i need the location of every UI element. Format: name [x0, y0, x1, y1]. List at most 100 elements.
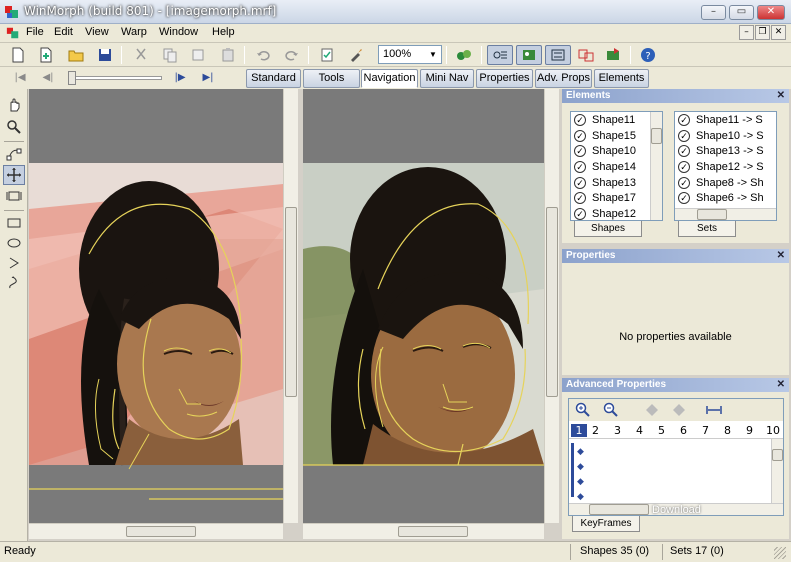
tab-sets[interactable]: Sets [678, 221, 736, 237]
last-frame-button[interactable]: ▶| [198, 69, 218, 87]
tab-elements[interactable]: Elements [594, 69, 649, 88]
tab-standard[interactable]: Standard [246, 69, 301, 88]
mdi-close-button[interactable]: ✕ [771, 25, 786, 40]
move-tool[interactable] [3, 165, 25, 185]
shapes-list-scrollbar[interactable] [650, 112, 662, 220]
close-icon[interactable]: ✕ [777, 89, 785, 103]
target-image-pane[interactable] [303, 89, 544, 523]
frame-number[interactable]: 6 [680, 424, 687, 437]
menu-file[interactable]: File [26, 26, 44, 38]
polyline-tool[interactable] [3, 253, 25, 273]
source-image-pane[interactable] [29, 89, 283, 523]
shapes-list[interactable]: ✓ Shape11 ✓ Shape15 ✓ Shape10 ✓ Shape14 ✓ Sha… [570, 111, 663, 221]
ellipse-tool[interactable] [3, 233, 25, 253]
list-item[interactable]: ✓ Shape10 -> S [675, 128, 776, 144]
remove-keyframe-button[interactable] [669, 400, 689, 420]
menu-view[interactable]: View [85, 26, 109, 38]
source-vertical-scrollbar[interactable] [283, 89, 298, 523]
close-icon[interactable]: ✕ [777, 249, 785, 263]
copy-button[interactable] [160, 45, 180, 65]
list-item[interactable]: ✓ Shape12 [571, 206, 662, 220]
check-icon[interactable]: ✓ [574, 160, 586, 173]
scrollbar-thumb[interactable] [126, 526, 196, 537]
list-item[interactable]: ✓ Shape6 -> Sh [675, 190, 776, 206]
zoom-select[interactable]: 100% ▼ [378, 45, 442, 64]
list-item[interactable]: ✓ Shape8 -> Sh [675, 175, 776, 191]
brush-button[interactable] [346, 45, 366, 65]
paste-button[interactable] [218, 45, 238, 65]
frame-number[interactable]: 1 [571, 424, 587, 437]
morph-button[interactable] [452, 45, 476, 65]
export-button[interactable] [602, 45, 624, 65]
list-item[interactable]: ✓ Shape14 [571, 159, 662, 175]
tab-properties[interactable]: Properties [476, 69, 533, 88]
tab-adv-props[interactable]: Adv. Props [535, 69, 592, 88]
frame-number[interactable]: 8 [724, 424, 731, 437]
check-icon[interactable]: ✓ [678, 192, 690, 205]
add-button[interactable] [36, 45, 56, 65]
mdi-restore-button[interactable]: ❐ [755, 25, 770, 40]
cut-button[interactable] [131, 45, 151, 65]
frame-number[interactable]: 9 [746, 424, 753, 437]
save-button[interactable] [95, 45, 115, 65]
tab-keyframes[interactable]: KeyFrames [572, 516, 640, 532]
first-frame-button[interactable]: |◀ [10, 69, 30, 87]
list-item[interactable]: ✓ Shape13 -> S [675, 143, 776, 159]
close-button[interactable]: ✕ [757, 5, 785, 20]
keyframes-vertical-scrollbar[interactable] [771, 439, 783, 503]
target-horizontal-scrollbar[interactable] [303, 523, 544, 539]
shapes-button[interactable] [487, 45, 513, 65]
check-icon[interactable]: ✓ [574, 207, 586, 220]
list-item[interactable]: ✓ Shape11 -> S [675, 112, 776, 128]
menu-window[interactable]: Window [159, 26, 198, 38]
scrollbar-thumb[interactable] [546, 207, 558, 397]
image-points-button[interactable] [516, 45, 542, 65]
zoom-out-button[interactable] [601, 400, 621, 420]
redo-button[interactable] [282, 45, 302, 65]
check-icon[interactable]: ✓ [574, 176, 586, 189]
node-tool[interactable] [3, 144, 25, 164]
tab-tools[interactable]: Tools [303, 69, 360, 88]
tab-mini-nav[interactable]: Mini Nav [420, 69, 474, 88]
minimize-button[interactable]: – [701, 5, 726, 20]
menu-help[interactable]: Help [212, 26, 235, 38]
resize-grip[interactable] [774, 547, 786, 559]
target-vertical-scrollbar[interactable] [544, 89, 559, 523]
list-item[interactable]: ✓ Shape11 [571, 112, 662, 128]
scrollbar-thumb[interactable] [651, 128, 662, 144]
compare-button[interactable] [575, 45, 597, 65]
list-item[interactable]: ✓ Shape15 [571, 128, 662, 144]
scrollbar-thumb[interactable] [398, 526, 468, 537]
sets-button[interactable] [545, 45, 571, 65]
check-icon[interactable]: ✓ [678, 160, 690, 173]
properties-button[interactable] [317, 45, 337, 65]
scrollbar-thumb[interactable] [589, 504, 649, 515]
check-icon[interactable]: ✓ [574, 129, 586, 142]
fit-range-button[interactable] [702, 400, 726, 420]
check-icon[interactable]: ✓ [574, 113, 586, 126]
list-item[interactable]: ✓ Shape12 -> S [675, 159, 776, 175]
zoom-tool[interactable] [3, 117, 25, 137]
check-icon[interactable]: ✓ [678, 113, 690, 126]
tab-navigation[interactable]: Navigation [361, 69, 418, 88]
zoom-in-button[interactable] [573, 400, 593, 420]
new-button[interactable] [8, 45, 28, 65]
list-item[interactable]: ✓ Shape17 [571, 190, 662, 206]
frame-number[interactable]: 3 [614, 424, 621, 437]
sets-list-scrollbar[interactable] [675, 208, 776, 220]
menu-warp[interactable]: Warp [121, 26, 147, 38]
undo-button[interactable] [253, 45, 273, 65]
check-icon[interactable]: ✓ [678, 129, 690, 142]
scrollbar-thumb[interactable] [772, 449, 783, 461]
menu-edit[interactable]: Edit [54, 26, 73, 38]
scrollbar-thumb[interactable] [285, 207, 297, 397]
frame-number[interactable]: 10 [766, 424, 780, 437]
help-button[interactable]: ? [638, 45, 658, 65]
copy2-button[interactable] [188, 45, 208, 65]
source-horizontal-scrollbar[interactable] [29, 523, 283, 539]
frame-number[interactable]: 5 [658, 424, 665, 437]
sets-list[interactable]: ✓ Shape11 -> S ✓ Shape10 -> S ✓ Shape13 -> … [674, 111, 777, 221]
scrollbar-thumb[interactable] [697, 209, 727, 220]
list-item[interactable]: ✓ Shape13 [571, 175, 662, 191]
check-icon[interactable]: ✓ [678, 176, 690, 189]
